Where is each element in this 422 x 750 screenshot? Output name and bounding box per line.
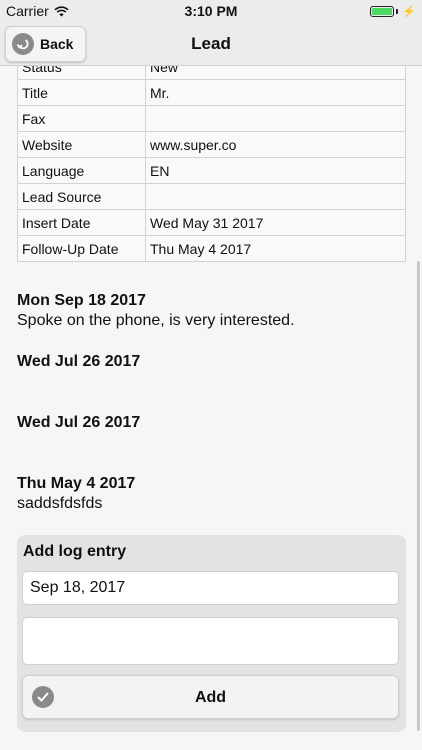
- lead-detail-content[interactable]: Status New Title Mr. Fax Website www.sup…: [0, 66, 422, 750]
- log-entry-date: Thu May 4 2017: [17, 475, 136, 492]
- table-row: Title Mr.: [17, 79, 406, 106]
- detail-value: Thu May 4 2017: [145, 235, 406, 262]
- detail-value: [145, 183, 406, 210]
- log-entry-note: Spoke on the phone, is very interested.: [17, 312, 295, 329]
- add-log-entry-panel: Add log entry Sep 18, 2017 Add: [17, 535, 406, 732]
- log-entry-date: Wed Jul 26 2017: [17, 353, 141, 370]
- log-entry-note: saddsfdsfds: [17, 495, 103, 512]
- table-row: Fax: [17, 105, 406, 132]
- detail-key: Website: [17, 131, 146, 158]
- clock: 3:10 PM: [184, 3, 238, 19]
- add-button-label: Add: [194, 689, 227, 706]
- navigation-bar: Back Lead: [0, 22, 422, 66]
- detail-value: EN: [145, 157, 406, 184]
- log-entry: Mon Sep 18 2017 Spoke on the phone, is v…: [17, 292, 407, 330]
- detail-value: www.super.co: [145, 131, 406, 158]
- table-row: Website www.super.co: [17, 131, 406, 158]
- detail-key: Status: [17, 66, 146, 80]
- log-entry: Wed Jul 26 2017: [17, 353, 407, 373]
- log-entry: Wed Jul 26 2017: [17, 414, 407, 434]
- detail-value: [145, 105, 406, 132]
- detail-value: Mr.: [145, 79, 406, 106]
- detail-key: Lead Source: [17, 183, 146, 210]
- log-date-input[interactable]: Sep 18, 2017: [22, 571, 399, 605]
- detail-key: Title: [17, 79, 146, 106]
- table-row: Insert Date Wed May 31 2017: [17, 209, 406, 236]
- log-entry-date: Mon Sep 18 2017: [17, 292, 146, 309]
- table-row: Language EN: [17, 157, 406, 184]
- page-title: Lead: [191, 34, 231, 53]
- detail-value: New: [145, 66, 406, 80]
- lead-details-table: Status New Title Mr. Fax Website www.sup…: [17, 66, 406, 262]
- detail-key: Follow-Up Date: [17, 235, 146, 262]
- table-row: Follow-Up Date Thu May 4 2017: [17, 235, 406, 262]
- log-entry-date: Wed Jul 26 2017: [17, 414, 141, 431]
- log-note-input[interactable]: [22, 617, 399, 665]
- table-row: Lead Source: [17, 183, 406, 210]
- battery-indicator: ⚡: [370, 5, 416, 18]
- detail-key: Insert Date: [17, 209, 146, 236]
- add-button[interactable]: Add: [22, 675, 399, 719]
- detail-value: Wed May 31 2017: [145, 209, 406, 236]
- add-log-entry-title: Add log entry: [23, 543, 127, 560]
- battery-icon: [370, 6, 395, 17]
- status-bar: Carrier 3:10 PM ⚡: [0, 0, 422, 22]
- table-row: Status New: [17, 66, 406, 80]
- detail-key: Fax: [17, 105, 146, 132]
- detail-key: Language: [17, 157, 146, 184]
- log-entry: Thu May 4 2017 saddsfdsfds: [17, 475, 407, 513]
- scrollbar[interactable]: [417, 261, 420, 731]
- charging-bolt-icon: ⚡: [402, 6, 416, 18]
